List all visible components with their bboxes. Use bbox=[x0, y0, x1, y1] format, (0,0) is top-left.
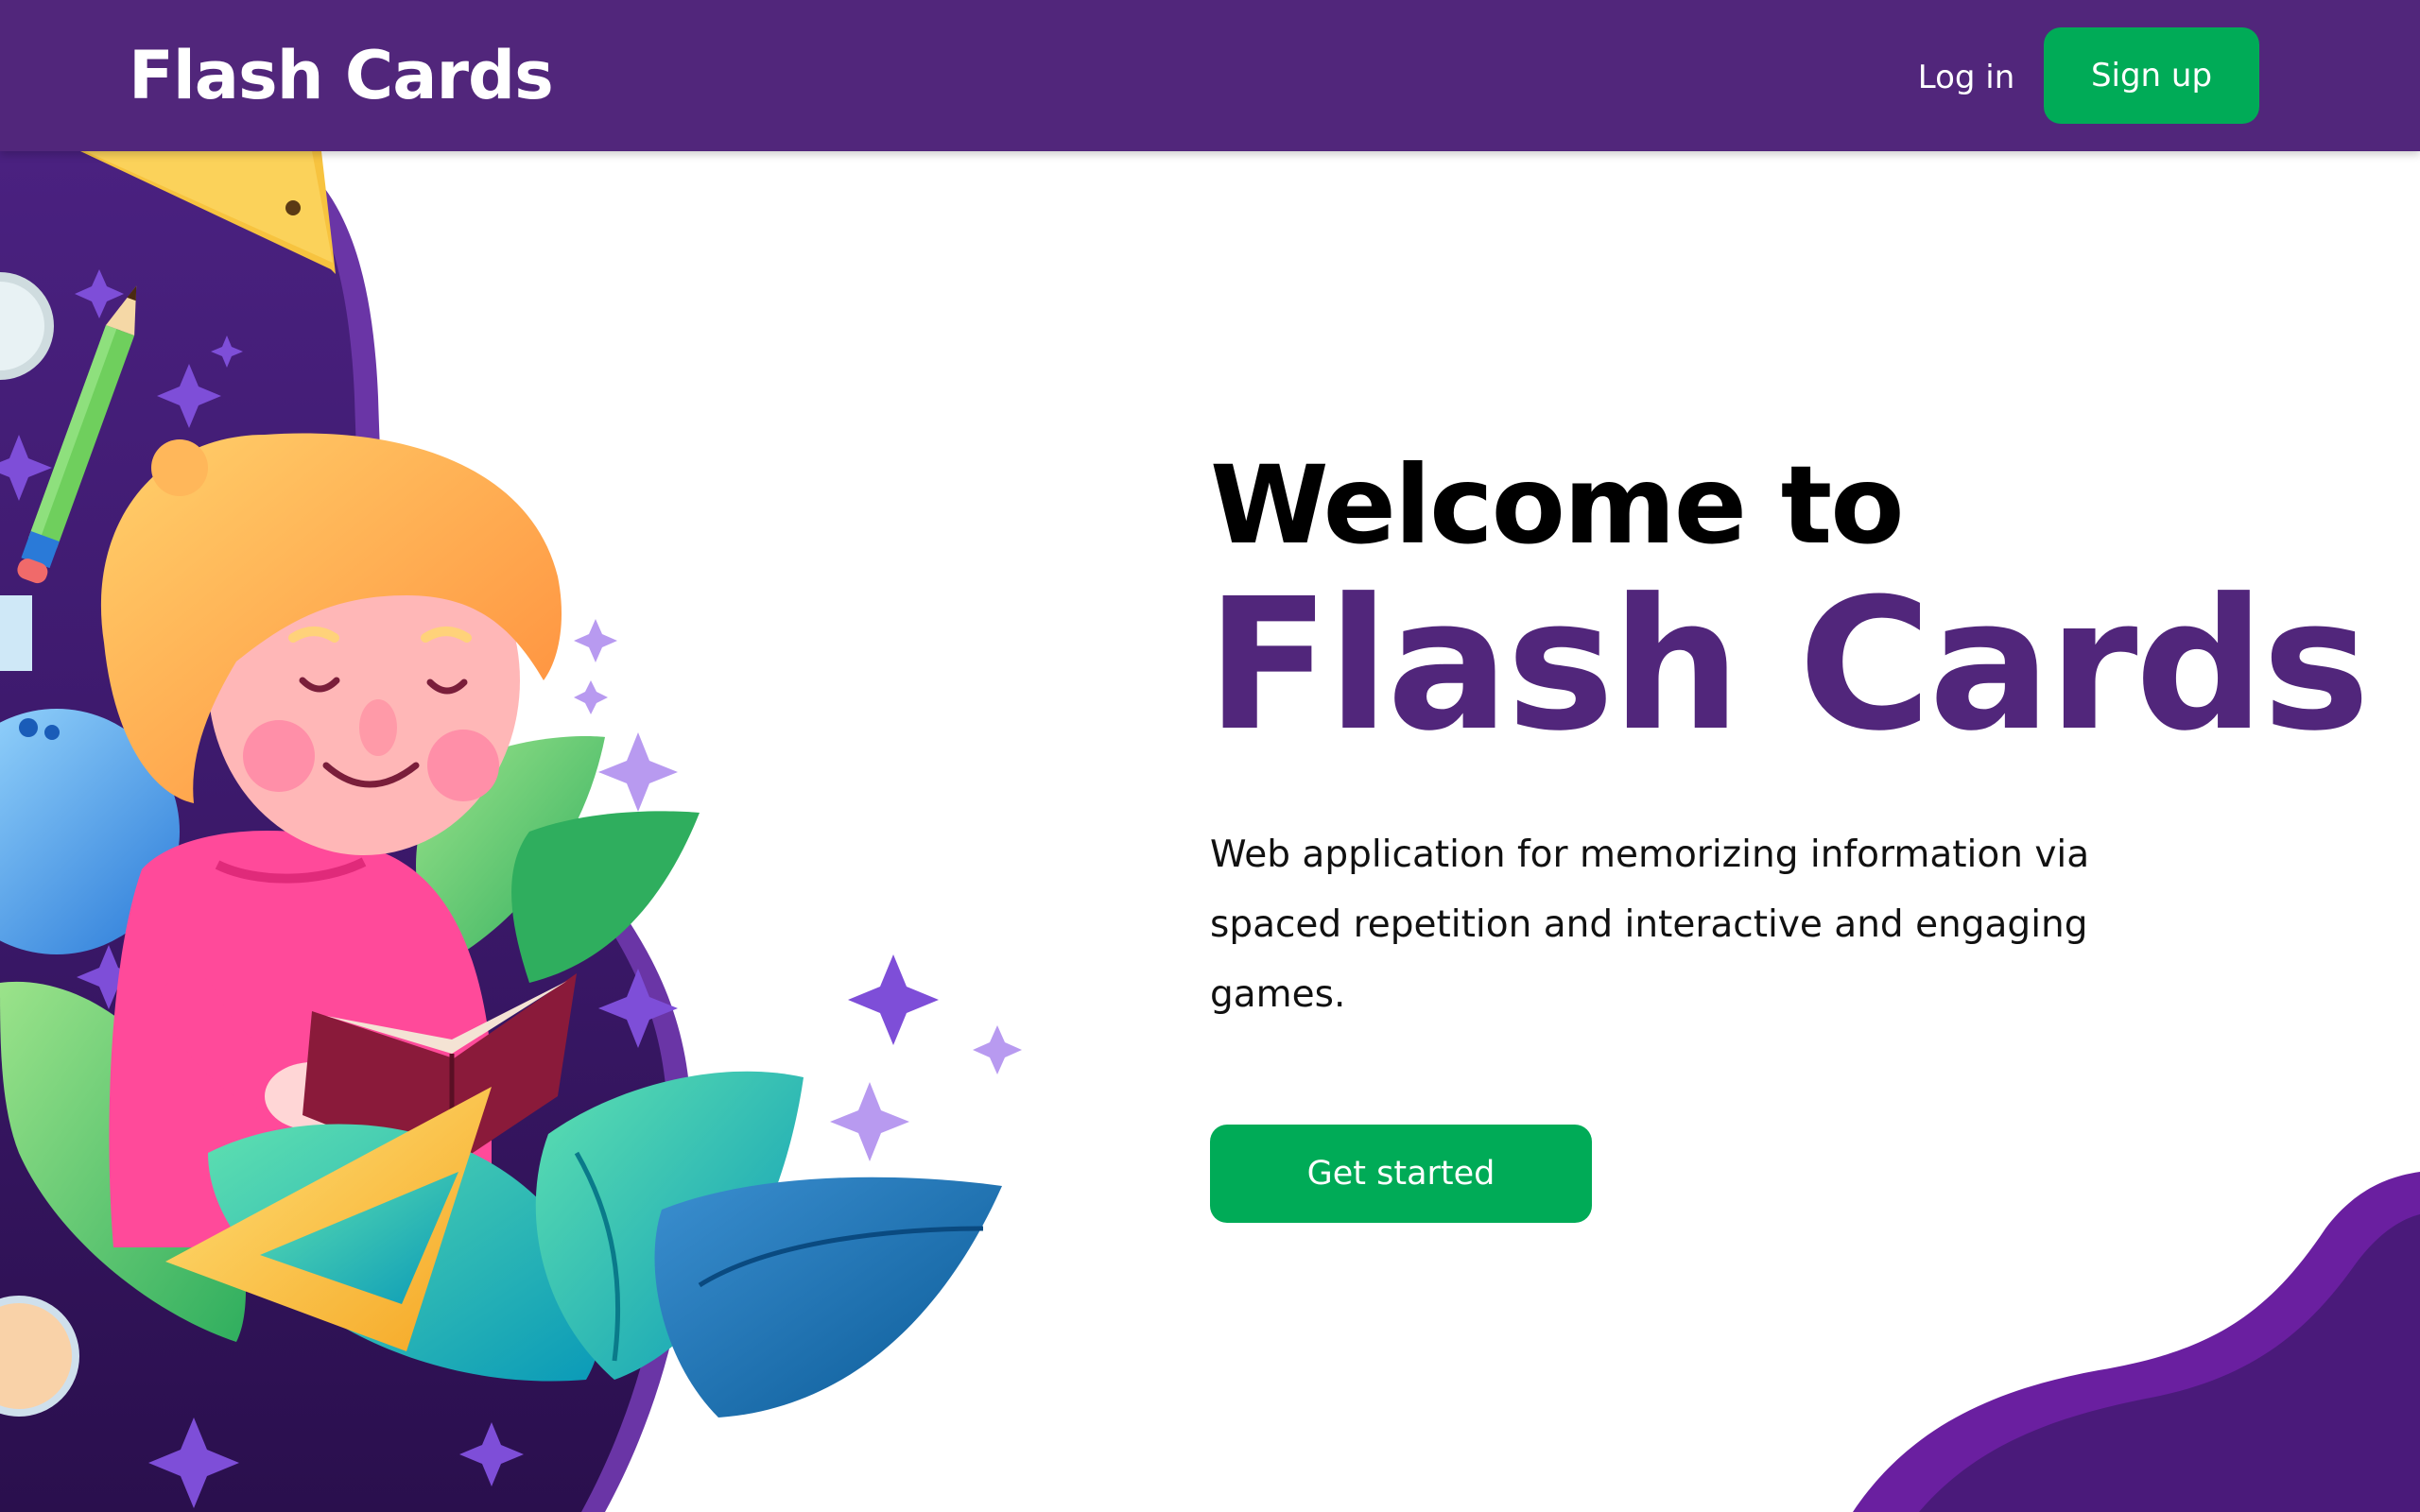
login-link[interactable]: Log in bbox=[1900, 49, 2032, 106]
welcome-heading: Welcome to bbox=[1210, 442, 1905, 568]
top-navbar: Flash Cards Log in Sign up bbox=[0, 0, 2420, 151]
brand-logo[interactable]: Flash Cards bbox=[129, 34, 554, 117]
get-started-button[interactable]: Get started bbox=[1210, 1125, 1592, 1223]
corner-wave-shape bbox=[1853, 1172, 2420, 1512]
child-reading-book-illustration bbox=[0, 151, 1022, 1512]
bottom-flask-icon bbox=[0, 1296, 79, 1417]
hero-description: Web application for memorizing informati… bbox=[1210, 833, 2090, 1016]
signup-button[interactable]: Sign up bbox=[2044, 27, 2259, 124]
hero-title: Flash Cards bbox=[1206, 560, 2370, 771]
